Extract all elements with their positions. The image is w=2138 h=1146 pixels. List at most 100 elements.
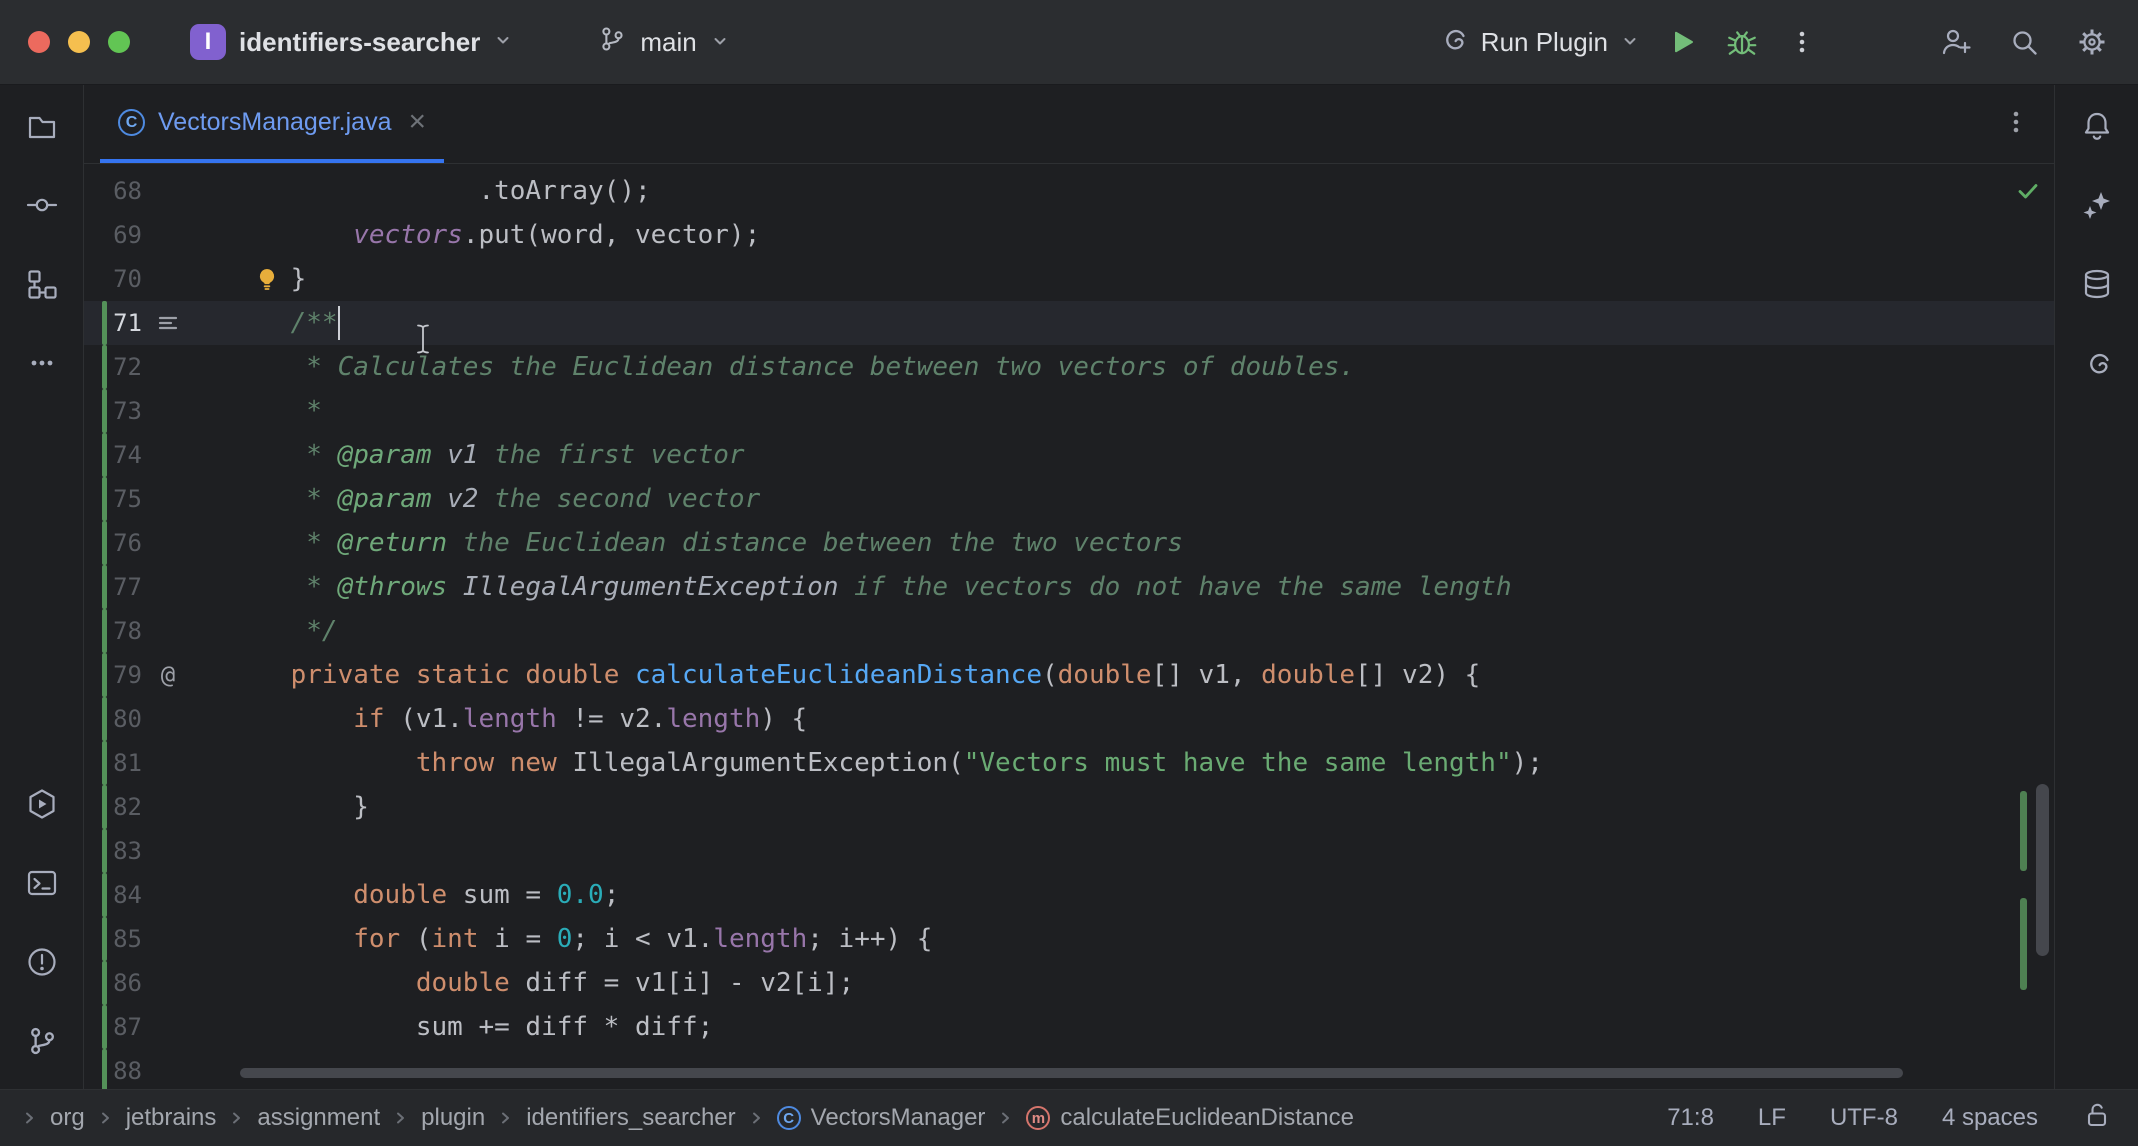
encoding-widget[interactable]: UTF-8	[1830, 1104, 1898, 1132]
code-line-69[interactable]: 69 vectors.put(word, vector);	[84, 213, 2054, 257]
code-line-78[interactable]: 78 */	[84, 609, 2054, 653]
inspections-status-widget[interactable]	[2014, 177, 2042, 212]
code-line-70[interactable]: 70 }	[84, 257, 2054, 301]
line-number[interactable]: 72	[108, 353, 142, 381]
line-number[interactable]: 85	[108, 925, 142, 953]
run-tool-button[interactable]	[20, 783, 64, 827]
vcs-change-marker[interactable]	[102, 477, 107, 521]
breadcrumb-class[interactable]: CVectorsManager	[777, 1104, 986, 1132]
run-config-selector[interactable]: Run Plugin	[1437, 23, 1640, 62]
gutter-lines-icon[interactable]	[142, 311, 194, 335]
code-line-79[interactable]: 79@ private static double calculateEucli…	[84, 653, 2054, 697]
line-number[interactable]: 70	[108, 265, 142, 293]
line-number[interactable]: 82	[108, 793, 142, 821]
version-control-tool-button[interactable]	[20, 1020, 64, 1064]
vcs-change-marker[interactable]	[102, 917, 107, 961]
code-line-86[interactable]: 86 double diff = v1[i] - v2[i];	[84, 961, 2054, 1005]
settings-gear-button[interactable]	[2070, 20, 2114, 64]
line-number[interactable]: 73	[108, 397, 142, 425]
intention-bulb-icon[interactable]	[254, 266, 280, 299]
line-number[interactable]: 86	[108, 969, 142, 997]
line-number[interactable]: 69	[108, 221, 142, 249]
line-number[interactable]: 68	[108, 177, 142, 205]
ai-assistant-button[interactable]	[2075, 184, 2119, 228]
vcs-change-marker[interactable]	[102, 829, 107, 873]
structure-tool-button[interactable]	[20, 263, 64, 307]
vcs-change-marker[interactable]	[102, 609, 107, 653]
line-number[interactable]: 78	[108, 617, 142, 645]
code-line-81[interactable]: 81 throw new IllegalArgumentException("V…	[84, 741, 2054, 785]
line-number[interactable]: 84	[108, 881, 142, 909]
file-lock-icon[interactable]	[2082, 1100, 2112, 1137]
code-line-84[interactable]: 84 double sum = 0.0;	[84, 873, 2054, 917]
code-line-71[interactable]: 71 /**	[84, 301, 2054, 345]
debug-button[interactable]	[1720, 20, 1764, 64]
vcs-change-marker[interactable]	[102, 741, 107, 785]
problems-tool-button[interactable]	[20, 941, 64, 985]
code-line-72[interactable]: 72 * Calculates the Euclidean distance b…	[84, 345, 2054, 389]
breadcrumb-item[interactable]: calculateEuclideanDistance	[1060, 1104, 1354, 1132]
code-line-83[interactable]: 83	[84, 829, 2054, 873]
vcs-change-marker[interactable]	[102, 785, 107, 829]
code-with-me-button[interactable]	[1934, 20, 1978, 64]
vcs-change-marker[interactable]	[102, 433, 107, 477]
code-line-85[interactable]: 85 for (int i = 0; i < v1.length; i++) {	[84, 917, 2054, 961]
code-line-73[interactable]: 73 *	[84, 389, 2054, 433]
breadcrumb-item[interactable]: assignment	[257, 1104, 380, 1132]
code-line-87[interactable]: 87 sum += diff * diff;	[84, 1005, 2054, 1049]
branch-widget[interactable]: main	[597, 24, 729, 61]
vcs-change-marker[interactable]	[102, 653, 107, 697]
line-separator-widget[interactable]: LF	[1758, 1104, 1786, 1132]
tab-close-icon[interactable]: ×	[408, 109, 426, 135]
code-line-76[interactable]: 76 * @return the Euclidean distance betw…	[84, 521, 2054, 565]
close-window-button[interactable]	[28, 31, 50, 53]
code-line-74[interactable]: 74 * @param v1 the first vector	[84, 433, 2054, 477]
editor-tab-vectorsmanager[interactable]: C VectorsManager.java ×	[100, 85, 444, 163]
caret-position-widget[interactable]: 71:8	[1667, 1104, 1714, 1132]
vcs-change-marker[interactable]	[102, 521, 107, 565]
horizontal-scrollbar[interactable]	[240, 1068, 1903, 1078]
line-number[interactable]: 75	[108, 485, 142, 513]
line-number[interactable]: 74	[108, 441, 142, 469]
code-line-82[interactable]: 82 }	[84, 785, 2054, 829]
project-widget[interactable]: I identifiers-searcher	[190, 24, 513, 60]
tab-options-kebab-icon[interactable]	[2002, 108, 2030, 141]
annotation-gutter-icon[interactable]: @	[142, 661, 194, 689]
gradle-tool-button[interactable]	[2075, 342, 2119, 386]
breadcrumb-method[interactable]: mcalculateEuclideanDistance	[1026, 1104, 1354, 1132]
breadcrumb-item[interactable]: VectorsManager	[811, 1104, 986, 1132]
vcs-change-marker[interactable]	[102, 565, 107, 609]
analysis-change-marker[interactable]	[2020, 791, 2027, 871]
line-number[interactable]: 87	[108, 1013, 142, 1041]
database-tool-button[interactable]	[2075, 263, 2119, 307]
more-tools-button[interactable]	[20, 342, 64, 386]
more-actions-button[interactable]	[1780, 20, 1824, 64]
vertical-scrollbar[interactable]	[2036, 784, 2049, 956]
line-number[interactable]: 81	[108, 749, 142, 777]
vcs-change-marker[interactable]	[102, 697, 107, 741]
indent-widget[interactable]: 4 spaces	[1942, 1104, 2038, 1132]
code-line-77[interactable]: 77 * @throws IllegalArgumentException if…	[84, 565, 2054, 609]
notifications-button[interactable]	[2075, 105, 2119, 149]
terminal-tool-button[interactable]	[20, 862, 64, 906]
project-tool-button[interactable]	[20, 105, 64, 149]
line-number[interactable]: 83	[108, 837, 142, 865]
code-line-80[interactable]: 80 if (v1.length != v2.length) {	[84, 697, 2054, 741]
line-number[interactable]: 71	[108, 309, 142, 337]
vcs-change-marker[interactable]	[102, 389, 107, 433]
commit-tool-button[interactable]	[20, 184, 64, 228]
line-number[interactable]: 80	[108, 705, 142, 733]
line-number[interactable]: 76	[108, 529, 142, 557]
vcs-change-marker[interactable]	[102, 961, 107, 1005]
line-number[interactable]: 79	[108, 661, 142, 689]
vcs-change-marker[interactable]	[102, 873, 107, 917]
breadcrumb-item[interactable]: org	[50, 1104, 85, 1132]
vcs-change-marker[interactable]	[102, 301, 107, 345]
code-line-75[interactable]: 75 * @param v2 the second vector	[84, 477, 2054, 521]
run-button[interactable]	[1660, 20, 1704, 64]
breadcrumb-item[interactable]: identifiers_searcher	[526, 1104, 735, 1132]
fullscreen-window-button[interactable]	[108, 31, 130, 53]
search-everywhere-button[interactable]	[2002, 20, 2046, 64]
line-number[interactable]: 77	[108, 573, 142, 601]
code-editor[interactable]: 68 .toArray();69 vectors.put(word, vecto…	[84, 164, 2054, 1089]
